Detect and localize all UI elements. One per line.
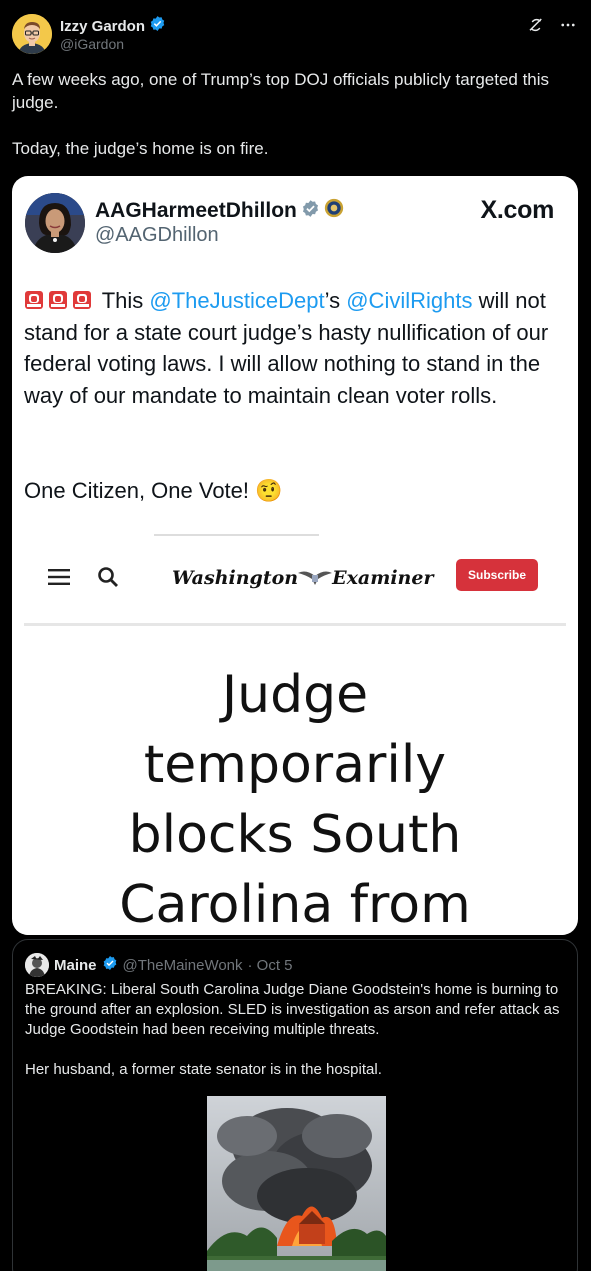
quoted-author-handle[interactable]: @TheMaineWonk [123, 957, 243, 974]
siren-icon [24, 287, 44, 309]
logo-text-right: Examiner [332, 567, 434, 589]
screenshot-text-start: This [101, 288, 144, 313]
post-header: Izzy Gardon @iGardon [12, 12, 579, 56]
quoted-post-header: Maine @TheMaineWonk · Oct 5 [25, 953, 293, 977]
verified-gray-icon [301, 199, 320, 223]
article-screenshot: Washington Examiner Subscribe Judge tempo… [24, 530, 566, 935]
screenshot-author-name: AAGHarmeetDhillon [95, 198, 297, 222]
doj-seal-icon [324, 198, 344, 223]
screenshot-avatar [25, 193, 85, 253]
article-headline: Judge temporarily blocks South Carolina … [24, 660, 566, 935]
author-name[interactable]: Izzy Gardon [60, 18, 145, 35]
quoted-post-date[interactable]: · Oct 5 [248, 957, 293, 974]
mention-civil-rights: @CivilRights [346, 288, 473, 313]
screenshot-closing-line: One Citizen, One Vote! 🤨 [24, 478, 283, 503]
screenshot-author-handle: @AAGDhillon [95, 224, 219, 246]
logo-text-left: Washington [172, 567, 299, 589]
hamburger-menu-icon [48, 569, 70, 590]
headline-line: Judge [221, 665, 369, 725]
article-navbar: Washington Examiner Subscribe [24, 547, 566, 607]
verified-icon [102, 955, 118, 976]
house-fire-photo[interactable] [207, 1096, 386, 1271]
divider [24, 623, 566, 626]
headline-line: Carolina from [119, 875, 471, 935]
headline-line: blocks South [128, 805, 462, 865]
eagle-icon [298, 571, 333, 585]
verified-icon [149, 15, 166, 37]
more-options-icon[interactable] [557, 14, 579, 36]
mention-justice-dept: @TheJusticeDept [149, 288, 325, 313]
x-logo: X.com [480, 196, 554, 224]
embedded-screenshot[interactable]: AAGHarmeetDhillon @AAGDhillon X.com This… [12, 176, 578, 935]
divider [154, 534, 319, 536]
screenshot-text-mid: ’s [324, 288, 341, 313]
quoted-post[interactable]: Maine @TheMaineWonk · Oct 5 BREAKING: Li… [12, 939, 578, 1271]
post-paragraph: A few weeks ago, one of Trump’s top DOJ … [12, 70, 550, 112]
post-text: A few weeks ago, one of Trump’s top DOJ … [12, 68, 577, 183]
headline-line: temporarily [143, 735, 447, 795]
screenshot-post-text: This @TheJusticeDept’s @CivilRights will… [24, 285, 570, 411]
author-handle[interactable]: @iGardon [60, 36, 124, 52]
search-icon [96, 565, 120, 594]
quoted-paragraph: Her husband, a former state senator is i… [25, 1061, 382, 1078]
avatar[interactable] [12, 14, 52, 54]
siren-icon [48, 287, 68, 309]
siren-icon [72, 287, 92, 309]
subscribe-button: Subscribe [456, 559, 538, 591]
grok-icon[interactable] [525, 14, 547, 36]
post-paragraph: Today, the judge’s home is on fire. [12, 139, 269, 158]
quoted-paragraph: BREAKING: Liberal South Carolina Judge D… [25, 981, 560, 1038]
quoted-avatar[interactable] [25, 953, 49, 977]
quoted-post-text: BREAKING: Liberal South Carolina Judge D… [25, 980, 570, 1100]
quoted-author-name[interactable]: Maine [54, 957, 97, 974]
washington-examiner-logo: Washington Examiner [172, 567, 433, 589]
